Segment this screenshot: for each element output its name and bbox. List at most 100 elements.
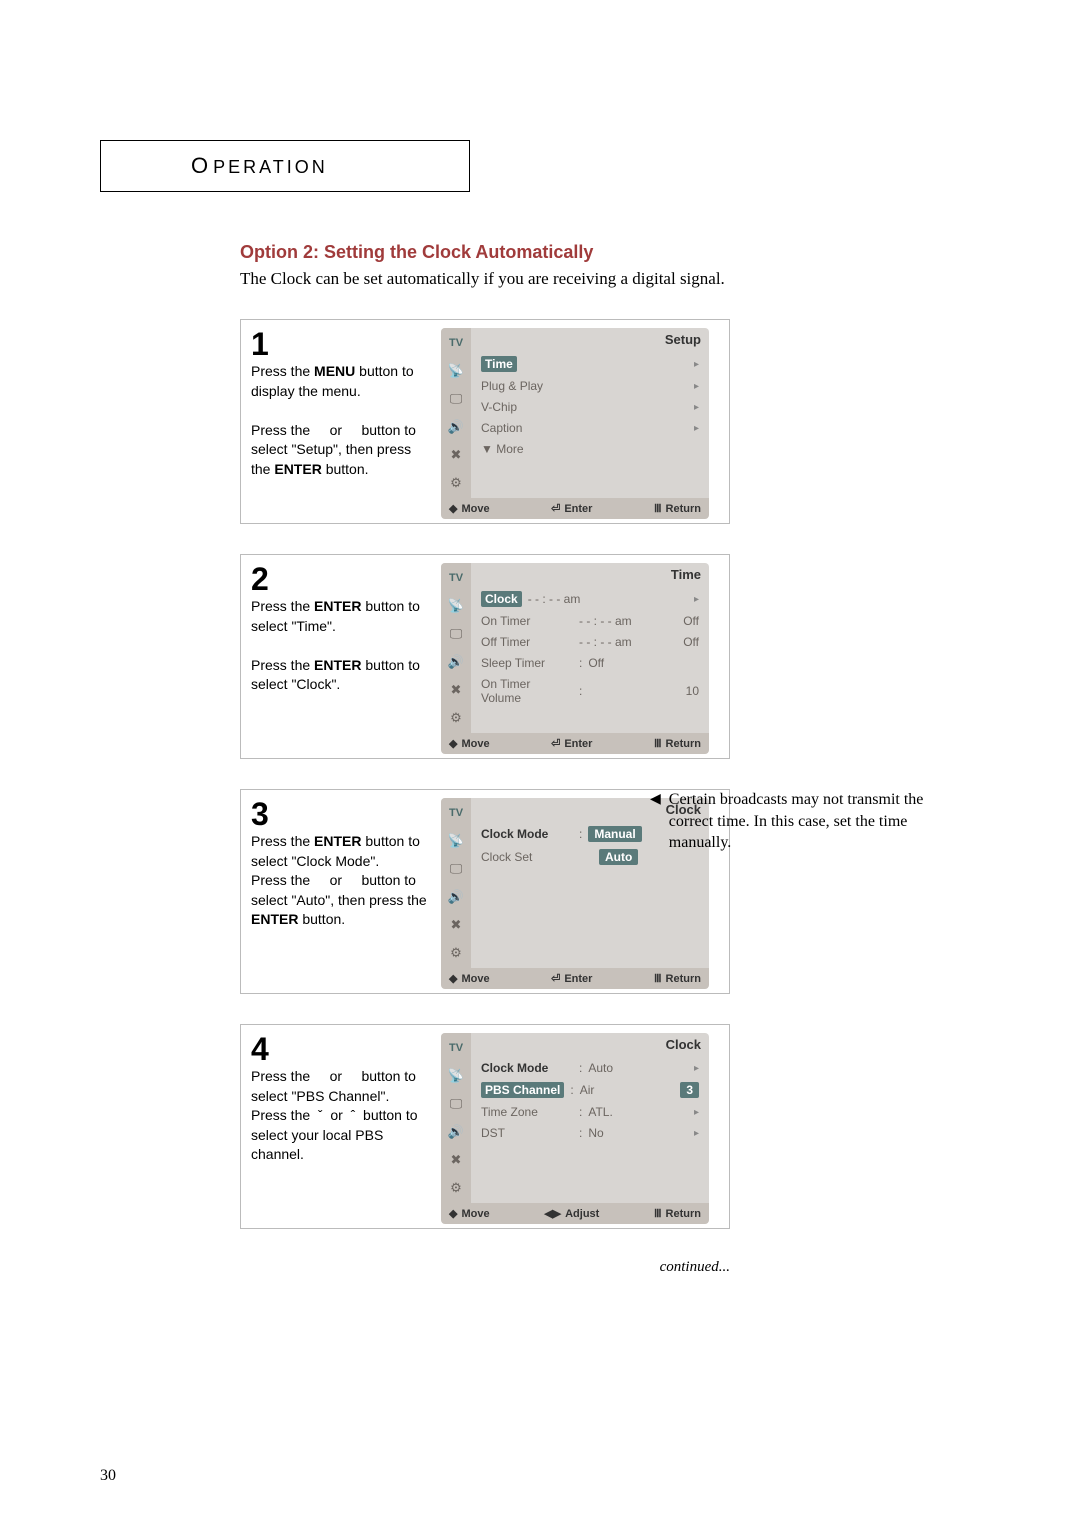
osd-footer: ◆Move ⏎Enter ⅢReturn bbox=[441, 733, 709, 754]
osd-footer-item: ⏎Enter bbox=[551, 737, 592, 750]
osd-row-label: On Timer Volume bbox=[481, 677, 573, 705]
step-block: 1Press the MENU button to display the me… bbox=[240, 319, 730, 524]
side-note-text: Certain broadcasts may not transmit the … bbox=[669, 789, 960, 854]
speaker-icon: 🔊 bbox=[443, 651, 469, 673]
chevron-right-icon: ▸ bbox=[694, 1128, 699, 1139]
updown-icon: ◆ bbox=[449, 1207, 457, 1220]
osd-row-value: Off bbox=[588, 656, 699, 670]
step-number: 4 bbox=[251, 1033, 431, 1065]
tools-icon: ✖ bbox=[443, 1149, 469, 1171]
antenna-icon: 📡 bbox=[443, 1065, 469, 1087]
osd-row-value2: Off bbox=[659, 635, 699, 649]
osd-screenshot: TV📡🖵🔊✖⚙TimeClock- - : - - am▸On Timer- -… bbox=[441, 563, 709, 754]
osd-footer-item: ◆Move bbox=[449, 972, 490, 985]
osd-row-label: DST bbox=[481, 1126, 573, 1140]
triangle-left-icon: ◀ bbox=[650, 789, 661, 854]
monitor-icon: 🖵 bbox=[443, 623, 469, 645]
step-number: 3 bbox=[251, 798, 431, 830]
return-icon: Ⅲ bbox=[654, 737, 662, 750]
step-text: Press the ENTER button to select "Clock … bbox=[251, 832, 431, 930]
section-header: O PERATION bbox=[100, 140, 470, 192]
step-number: 2 bbox=[251, 563, 431, 595]
continued-label: continued... bbox=[240, 1259, 730, 1276]
updown-icon: ◆ bbox=[449, 502, 457, 515]
monitor-icon: 🖵 bbox=[443, 858, 469, 880]
osd-footer-item: ⏎Enter bbox=[551, 972, 592, 985]
sliders-icon: ⚙ bbox=[443, 472, 469, 494]
subheading: Option 2: Setting the Clock Automaticall… bbox=[240, 242, 980, 263]
chevron-right-icon: ▸ bbox=[694, 1107, 699, 1118]
osd-footer-item: ◆Move bbox=[449, 737, 490, 750]
osd-row: Caption▸ bbox=[477, 419, 703, 437]
osd-row: ▼ More bbox=[477, 440, 703, 458]
chevron-right-icon: ▸ bbox=[694, 359, 699, 370]
speaker-icon: 🔊 bbox=[443, 1121, 469, 1143]
osd-row: Clock Mode:Auto▸ bbox=[477, 1059, 703, 1077]
osd-screenshot: TV📡🖵🔊✖⚙SetupTime▸Plug & Play▸V-Chip▸Capt… bbox=[441, 328, 709, 519]
osd-row-value: 10 bbox=[588, 684, 699, 698]
chevron-right-icon: ▸ bbox=[694, 1063, 699, 1074]
antenna-icon: 📡 bbox=[443, 830, 469, 852]
osd-row-label: PBS Channel bbox=[481, 1082, 564, 1098]
osd-row-label: Time Zone bbox=[481, 1105, 573, 1119]
osd-title: Clock bbox=[666, 1037, 701, 1052]
return-icon: Ⅲ bbox=[654, 502, 662, 515]
osd-row-label: Clock Mode bbox=[481, 827, 573, 841]
osd-row-value: - - : - - am bbox=[528, 592, 688, 606]
osd-row-value: Air bbox=[580, 1083, 675, 1097]
sliders-icon: ⚙ bbox=[443, 1177, 469, 1199]
osd-row: Plug & Play▸ bbox=[477, 377, 703, 395]
osd-row: Time Zone:ATL.▸ bbox=[477, 1103, 703, 1121]
TV-icon: TV bbox=[443, 567, 469, 589]
updown-icon: ◆ bbox=[449, 972, 457, 985]
sliders-icon: ⚙ bbox=[443, 707, 469, 729]
step-number: 1 bbox=[251, 328, 431, 360]
step-text: Press the or button to select "PBS Chann… bbox=[251, 1067, 431, 1165]
osd-row-label: ▼ More bbox=[481, 442, 573, 456]
osd-row: On Timer Volume:10 bbox=[477, 675, 703, 707]
leftright-icon: ◀▶ bbox=[544, 1207, 561, 1220]
osd-highlighted-value: Auto bbox=[599, 849, 638, 865]
updown-icon: ◆ bbox=[449, 737, 457, 750]
page-number: 30 bbox=[100, 1467, 116, 1485]
tools-icon: ✖ bbox=[443, 444, 469, 466]
osd-row: Clock - - : - - am ▸ bbox=[477, 589, 703, 609]
enter-icon: ⏎ bbox=[551, 972, 560, 985]
osd-footer-item: ⅢReturn bbox=[654, 1207, 701, 1220]
section-header-rest: PERATION bbox=[213, 157, 328, 178]
osd-row-value: No bbox=[588, 1126, 688, 1140]
osd-row-label: Plug & Play bbox=[481, 379, 573, 393]
TV-icon: TV bbox=[443, 802, 469, 824]
osd-footer-item: ⅢReturn bbox=[654, 972, 701, 985]
step-text: Press the MENU button to display the men… bbox=[251, 362, 431, 480]
osd-row-value: ATL. bbox=[588, 1105, 688, 1119]
TV-icon: TV bbox=[443, 1037, 469, 1059]
chevron-right-icon: ▸ bbox=[694, 594, 699, 605]
osd-row-label: Clock bbox=[481, 591, 522, 607]
chevron-right-icon: ▸ bbox=[694, 423, 699, 434]
tools-icon: ✖ bbox=[443, 914, 469, 936]
osd-footer-item: ◆Move bbox=[449, 1207, 490, 1220]
return-icon: Ⅲ bbox=[654, 972, 662, 985]
osd-row-value2: 3 bbox=[680, 1082, 699, 1098]
osd-highlighted-value: Manual bbox=[588, 826, 641, 842]
osd-footer-item: ⅢReturn bbox=[654, 737, 701, 750]
return-icon: Ⅲ bbox=[654, 1207, 662, 1220]
monitor-icon: 🖵 bbox=[443, 388, 469, 410]
osd-row-value: Auto bbox=[588, 1061, 688, 1075]
osd-row: PBS Channel:Air3 bbox=[477, 1080, 703, 1100]
osd-title: Setup bbox=[665, 332, 701, 347]
osd-screenshot: TV📡🖵🔊✖⚙ClockClock Mode:Auto▸PBS Channel:… bbox=[441, 1033, 709, 1224]
osd-footer-item: ⅢReturn bbox=[654, 502, 701, 515]
speaker-icon: 🔊 bbox=[443, 886, 469, 908]
section-header-big: O bbox=[191, 153, 211, 179]
enter-icon: ⏎ bbox=[551, 737, 560, 750]
antenna-icon: 📡 bbox=[443, 360, 469, 382]
osd-row: Time▸ bbox=[477, 354, 703, 374]
step-text: Press the ENTER button to select "Time".… bbox=[251, 597, 431, 695]
sliders-icon: ⚙ bbox=[443, 942, 469, 964]
osd-footer-item: ◆Move bbox=[449, 502, 490, 515]
antenna-icon: 📡 bbox=[443, 595, 469, 617]
enter-icon: ⏎ bbox=[551, 502, 560, 515]
osd-row-label: Clock Set bbox=[481, 850, 573, 864]
